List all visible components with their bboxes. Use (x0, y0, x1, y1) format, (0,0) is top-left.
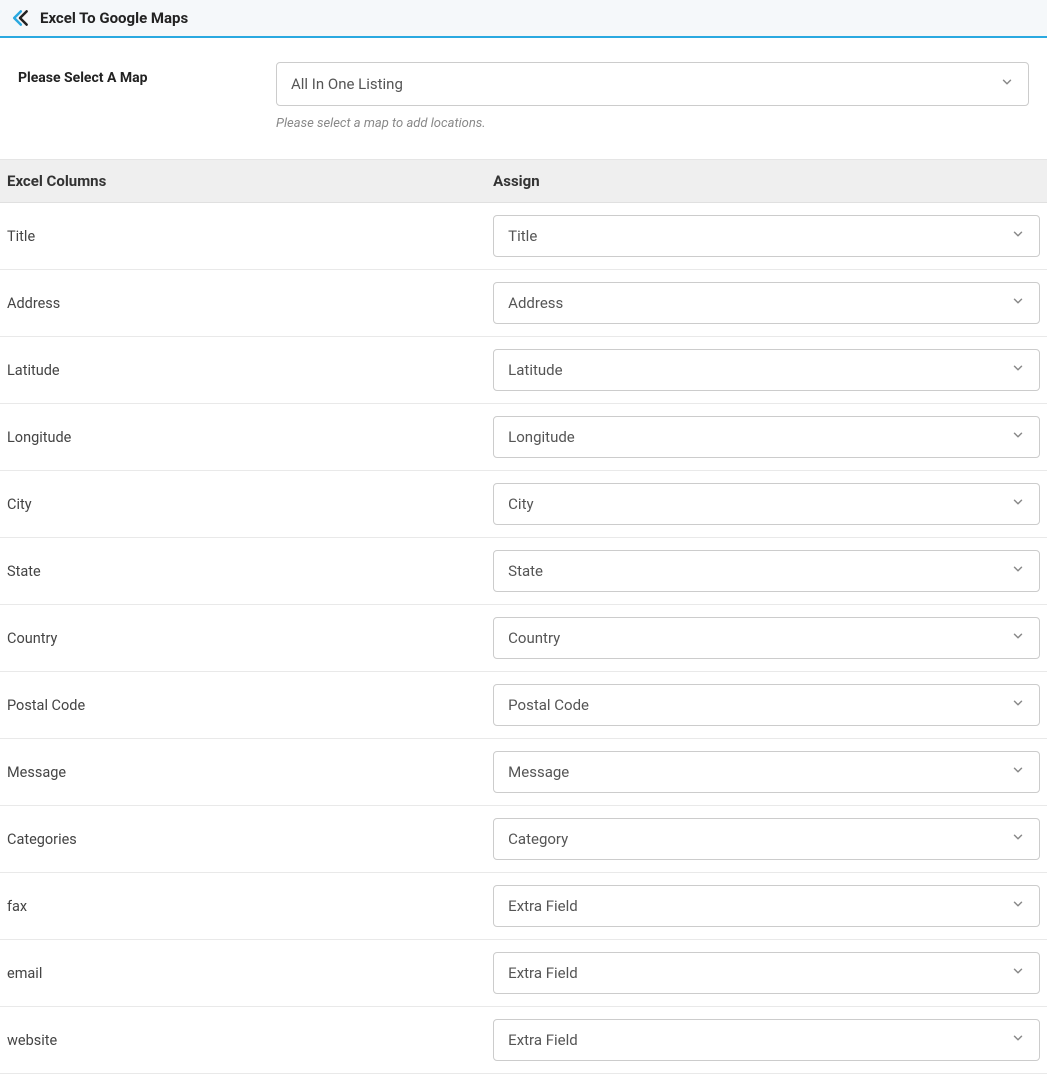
table-row: Longitude Longitude (0, 404, 1047, 471)
excel-column-label: Latitude (0, 337, 481, 404)
assign-dropdown-value: Category (508, 830, 568, 848)
map-select-value: All In One Listing (291, 75, 403, 93)
table-row: website Extra Field (0, 1007, 1047, 1074)
assign-dropdown[interactable]: Address (493, 282, 1040, 324)
table-row: Postal Code Postal Code (0, 672, 1047, 739)
table-row: Message Message (0, 739, 1047, 806)
assign-cell: Extra Field (481, 1007, 1047, 1074)
assign-cell: State (481, 538, 1047, 605)
table-row: Title Title (0, 203, 1047, 270)
chevron-down-icon (1011, 227, 1025, 245)
table-row: email Extra Field (0, 940, 1047, 1007)
assign-dropdown[interactable]: Latitude (493, 349, 1040, 391)
page-title: Excel To Google Maps (40, 9, 188, 27)
assign-dropdown-value: Address (508, 294, 563, 312)
table-row: State State (0, 538, 1047, 605)
excel-column-label: State (0, 538, 481, 605)
table-row: Country Country (0, 605, 1047, 672)
assign-dropdown-value: City (508, 495, 533, 513)
app-logo-icon (10, 8, 30, 28)
excel-column-label: email (0, 940, 481, 1007)
assign-cell: City (481, 471, 1047, 538)
chevron-down-icon (1011, 1031, 1025, 1049)
assign-cell: Postal Code (481, 672, 1047, 739)
assign-cell: Category (481, 806, 1047, 873)
page-header: Excel To Google Maps (0, 0, 1047, 38)
chevron-down-icon (1011, 562, 1025, 580)
table-row: fax Extra Field (0, 873, 1047, 940)
assign-dropdown-value: Country (508, 629, 560, 647)
map-select-dropdown[interactable]: All In One Listing (276, 62, 1029, 106)
excel-column-label: Longitude (0, 404, 481, 471)
assign-dropdown[interactable]: Category (493, 818, 1040, 860)
chevron-down-icon (1011, 428, 1025, 446)
column-mapping-table: Excel Columns Assign TitleTitleAddressAd… (0, 159, 1047, 1074)
assign-dropdown[interactable]: Extra Field (493, 952, 1040, 994)
assign-dropdown[interactable]: Message (493, 751, 1040, 793)
excel-column-label: website (0, 1007, 481, 1074)
chevron-down-icon (1000, 75, 1014, 93)
chevron-down-icon (1011, 495, 1025, 513)
chevron-down-icon (1011, 897, 1025, 915)
excel-column-label: Title (0, 203, 481, 270)
assign-cell: Extra Field (481, 873, 1047, 940)
assign-dropdown[interactable]: Country (493, 617, 1040, 659)
assign-cell: Country (481, 605, 1047, 672)
table-row: Latitude Latitude (0, 337, 1047, 404)
table-header-assign: Assign (481, 160, 1047, 203)
excel-column-label: Message (0, 739, 481, 806)
assign-dropdown-value: Extra Field (508, 964, 578, 982)
map-select-label: Please Select A Map (18, 62, 276, 86)
assign-dropdown-value: Title (508, 227, 537, 245)
assign-dropdown-value: State (508, 562, 543, 580)
assign-dropdown-value: Postal Code (508, 696, 589, 714)
assign-cell: Extra Field (481, 940, 1047, 1007)
table-row: Categories Category (0, 806, 1047, 873)
assign-dropdown[interactable]: Title (493, 215, 1040, 257)
assign-dropdown[interactable]: State (493, 550, 1040, 592)
assign-cell: Title (481, 203, 1047, 270)
chevron-down-icon (1011, 696, 1025, 714)
chevron-down-icon (1011, 830, 1025, 848)
assign-dropdown-value: Latitude (508, 361, 562, 379)
assign-cell: Longitude (481, 404, 1047, 471)
excel-column-label: fax (0, 873, 481, 940)
chevron-down-icon (1011, 964, 1025, 982)
excel-column-label: Categories (0, 806, 481, 873)
assign-cell: Address (481, 270, 1047, 337)
assign-dropdown[interactable]: Extra Field (493, 885, 1040, 927)
assign-dropdown-value: Message (508, 763, 569, 781)
excel-column-label: Postal Code (0, 672, 481, 739)
assign-dropdown[interactable]: Longitude (493, 416, 1040, 458)
assign-dropdown-value: Extra Field (508, 1031, 578, 1049)
excel-column-label: City (0, 471, 481, 538)
assign-dropdown[interactable]: Extra Field (493, 1019, 1040, 1061)
chevron-down-icon (1011, 763, 1025, 781)
assign-dropdown[interactable]: City (493, 483, 1040, 525)
map-select-row: Please Select A Map All In One Listing P… (18, 62, 1029, 131)
map-select-help-text: Please select a map to add locations. (276, 116, 1029, 131)
table-row: Address Address (0, 270, 1047, 337)
table-row: City City (0, 471, 1047, 538)
table-header-excel-columns: Excel Columns (0, 160, 481, 203)
chevron-down-icon (1011, 629, 1025, 647)
assign-cell: Latitude (481, 337, 1047, 404)
assign-dropdown[interactable]: Postal Code (493, 684, 1040, 726)
chevron-down-icon (1011, 294, 1025, 312)
assign-dropdown-value: Extra Field (508, 897, 578, 915)
chevron-down-icon (1011, 361, 1025, 379)
assign-cell: Message (481, 739, 1047, 806)
excel-column-label: Address (0, 270, 481, 337)
excel-column-label: Country (0, 605, 481, 672)
assign-dropdown-value: Longitude (508, 428, 575, 446)
